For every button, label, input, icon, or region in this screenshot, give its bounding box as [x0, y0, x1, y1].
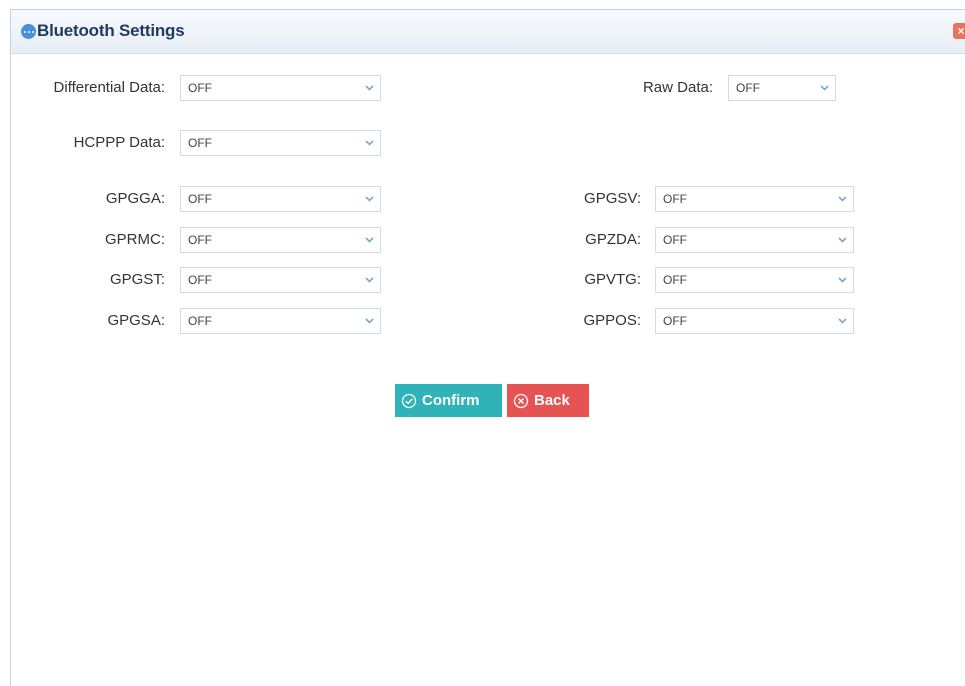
gprmc-label: GPRMC: — [105, 231, 165, 248]
confirm-label: Confirm — [422, 392, 480, 409]
gpgst-value: OFF — [188, 273, 212, 287]
chevron-down-icon — [838, 318, 847, 324]
raw-data-select[interactable]: OFF — [728, 75, 836, 101]
gprmc-value: OFF — [188, 233, 212, 247]
gpgsv-label: GPGSV: — [584, 190, 641, 207]
gpzda-value: OFF — [663, 233, 687, 247]
differential-data-select[interactable]: OFF — [180, 75, 381, 101]
gppos-value: OFF — [663, 314, 687, 328]
gpzda-select[interactable]: OFF — [655, 227, 854, 253]
gpvtg-value: OFF — [663, 273, 687, 287]
chevron-down-icon — [365, 318, 374, 324]
confirm-button[interactable]: Confirm — [395, 384, 502, 417]
close-button[interactable]: × — [953, 23, 965, 39]
gpvtg-select[interactable]: OFF — [655, 267, 854, 293]
gpgga-select[interactable]: OFF — [180, 186, 381, 212]
gprmc-select[interactable]: OFF — [180, 227, 381, 253]
chevron-down-icon — [365, 237, 374, 243]
gpgst-select[interactable]: OFF — [180, 267, 381, 293]
gpgst-label: GPGST: — [109, 271, 165, 288]
chevron-down-icon — [365, 277, 374, 283]
bluetooth-settings-dialog: Bluetooth Settings × — [10, 9, 965, 686]
gpgga-label: GPGGA: — [105, 190, 165, 207]
raw-data-value: OFF — [736, 81, 760, 95]
differential-data-label: Differential Data: — [53, 79, 165, 96]
gppos-label: GPPOS: — [583, 312, 641, 329]
gpgsa-select[interactable]: OFF — [180, 308, 381, 334]
dialog-title: Bluetooth Settings — [37, 21, 185, 40]
chevron-down-icon — [365, 140, 374, 146]
hcppp-data-label: HCPPP Data: — [73, 134, 165, 151]
raw-data-label: Raw Data: — [642, 79, 713, 96]
dialog-titlebar: Bluetooth Settings × — [11, 10, 965, 54]
back-button[interactable]: Back — [507, 384, 589, 417]
gpzda-label: GPZDA: — [585, 231, 641, 248]
chevron-down-icon — [365, 85, 374, 91]
chat-bubble-icon — [21, 24, 36, 39]
chevron-down-icon — [838, 277, 847, 283]
back-label: Back — [534, 392, 570, 409]
differential-data-value: OFF — [188, 81, 212, 95]
hcppp-data-value: OFF — [188, 136, 212, 150]
hcppp-data-select[interactable]: OFF — [180, 130, 381, 156]
gpgsa-value: OFF — [188, 314, 212, 328]
chevron-down-icon — [820, 85, 829, 91]
check-circle-icon — [401, 393, 417, 408]
gpgga-value: OFF — [188, 192, 212, 206]
close-circle-icon — [513, 393, 529, 408]
gppos-select[interactable]: OFF — [655, 308, 854, 334]
chevron-down-icon — [838, 237, 847, 243]
chevron-down-icon — [838, 196, 847, 202]
gpgsv-select[interactable]: OFF — [655, 186, 854, 212]
gpgsa-label: GPGSA: — [107, 312, 165, 329]
gpgsv-value: OFF — [663, 192, 687, 206]
chevron-down-icon — [365, 196, 374, 202]
gpvtg-label: GPVTG: — [584, 271, 641, 288]
